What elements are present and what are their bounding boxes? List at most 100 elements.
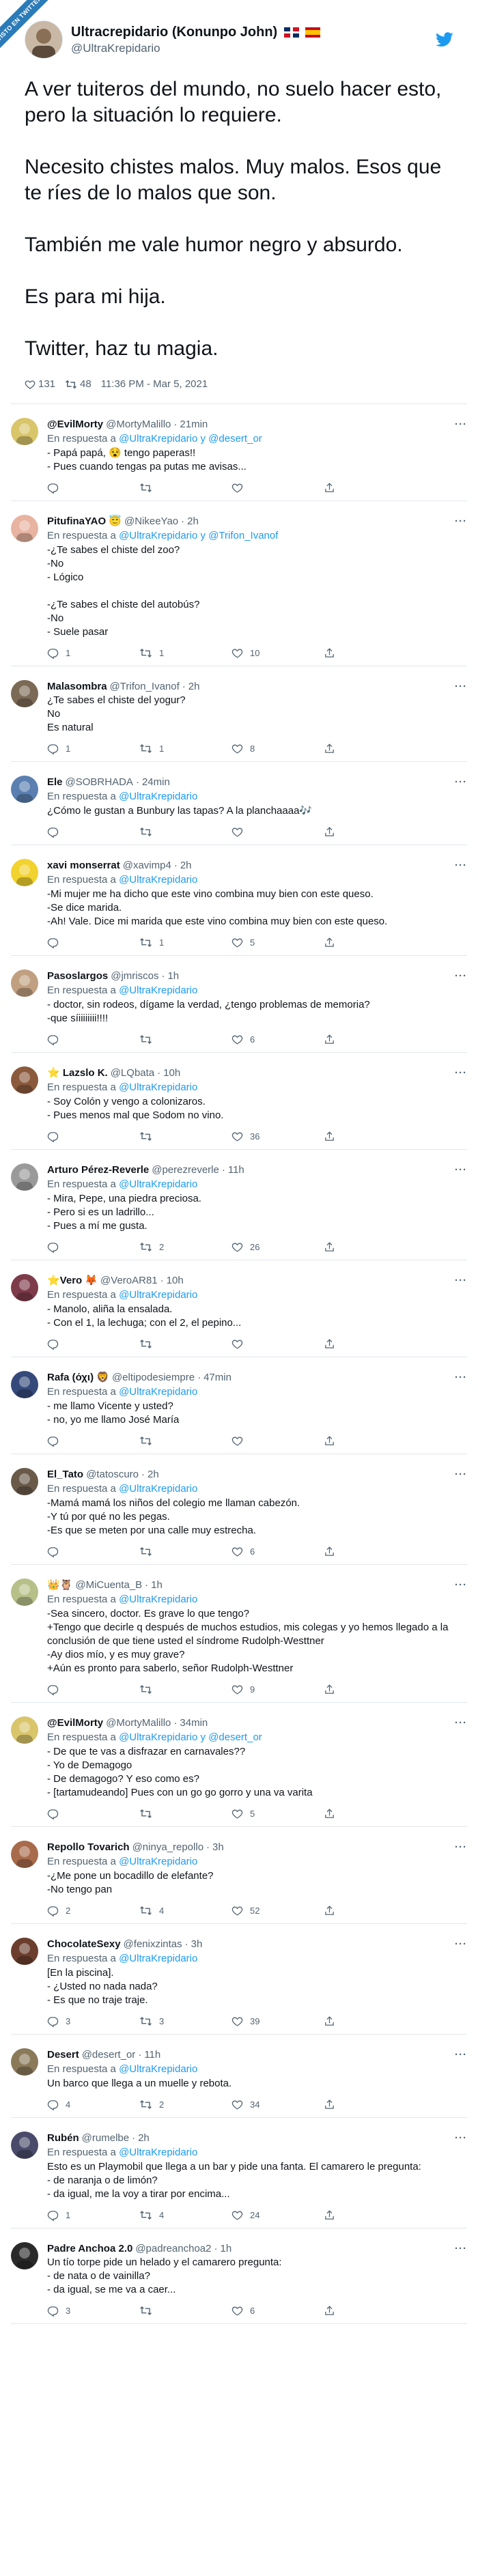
reply-time[interactable]: 10h <box>163 1066 180 1079</box>
reply-time[interactable]: 2h <box>188 680 200 693</box>
reply-button[interactable] <box>47 1034 139 1045</box>
more-icon[interactable]: ··· <box>455 1066 467 1079</box>
retweet-button[interactable] <box>139 1546 231 1557</box>
avatar[interactable] <box>11 1716 38 1744</box>
more-icon[interactable]: ··· <box>455 515 467 528</box>
retweet-button[interactable]: 1 <box>139 743 231 754</box>
reply-author-handle[interactable]: @perezreverle <box>152 1163 219 1176</box>
reply-tweet[interactable]: Ele @SOBRHADA · 24min ··· En respuesta a @Ult… <box>0 762 478 845</box>
avatar[interactable] <box>25 20 63 59</box>
retweet-button[interactable] <box>139 1338 231 1350</box>
reply-author-name[interactable]: ⭐Vero 🦊 <box>47 1274 98 1287</box>
avatar[interactable] <box>11 2132 38 2159</box>
reply-author-name[interactable]: @EvilMorty <box>47 418 103 431</box>
retweet-button[interactable] <box>139 1435 231 1447</box>
avatar[interactable] <box>11 2048 38 2076</box>
more-icon[interactable]: ··· <box>455 1938 467 1951</box>
reply-author-handle[interactable]: @rumelbe <box>82 2132 129 2145</box>
like-button[interactable]: 6 <box>231 1034 324 1045</box>
reply-time[interactable]: 10h <box>167 1274 184 1287</box>
reply-time[interactable]: 1h <box>151 1579 163 1591</box>
like-button[interactable]: 9 <box>231 1684 324 1695</box>
reply-author-name[interactable]: Rubén <box>47 2132 79 2145</box>
retweet-stat[interactable]: 48 <box>65 378 92 390</box>
more-icon[interactable]: ··· <box>455 1468 467 1481</box>
avatar[interactable] <box>11 1163 38 1191</box>
reply-button[interactable]: 1 <box>47 743 139 754</box>
tweet-timestamp[interactable]: 11:36 PM - Mar 5, 2021 <box>101 378 208 390</box>
reply-author-handle[interactable]: @ninya_repollo <box>132 1841 203 1854</box>
retweet-button[interactable] <box>139 1684 231 1695</box>
reply-tweet[interactable]: Padre Anchoa 2.0 @padreanchoa2 · 1h ··· Un tí… <box>0 2228 478 2323</box>
share-button[interactable] <box>324 2209 416 2221</box>
reply-time[interactable]: 11h <box>228 1163 244 1176</box>
avatar[interactable] <box>11 418 38 445</box>
reply-time[interactable]: 2h <box>187 515 199 528</box>
share-button[interactable] <box>324 937 416 948</box>
like-button[interactable]: 8 <box>231 743 324 754</box>
in-reply-to-link[interactable]: @UltraKrepidario <box>119 2147 197 2158</box>
reply-author-handle[interactable]: @SOBRHADA <box>66 776 133 789</box>
share-button[interactable] <box>324 1546 416 1557</box>
reply-author-name[interactable]: Malasombra <box>47 680 107 693</box>
in-reply-to-link[interactable]: @UltraKrepidario <box>119 874 197 886</box>
more-icon[interactable]: ··· <box>455 1716 467 1729</box>
reply-time[interactable]: 34min <box>180 1716 208 1729</box>
reply-tweet[interactable]: Rafa (όχι) 🦁 @eltipodesiempre · 47min ··· En … <box>0 1357 478 1454</box>
share-button[interactable] <box>324 2305 416 2317</box>
reply-button[interactable] <box>47 1241 139 1253</box>
in-reply-to-link[interactable]: @UltraKrepidario <box>119 1289 197 1301</box>
reply-author-name[interactable]: Repollo Tovarich <box>47 1841 130 1854</box>
reply-time[interactable]: 2h <box>180 859 192 872</box>
avatar[interactable] <box>11 1938 38 1965</box>
reply-time[interactable]: 24min <box>142 776 170 789</box>
reply-author-name[interactable]: Ele <box>47 776 63 789</box>
reply-author-handle[interactable]: @NikeeYao <box>124 515 178 528</box>
share-button[interactable] <box>324 826 416 838</box>
more-icon[interactable]: ··· <box>455 2048 467 2061</box>
reply-tweet[interactable]: Arturo Pérez-Reverle @perezreverle · 11h ···… <box>0 1150 478 1260</box>
reply-time[interactable]: 2h <box>138 2132 150 2145</box>
in-reply-to-link[interactable]: @UltraKrepidario <box>119 1483 197 1495</box>
in-reply-to-link[interactable]: @UltraKrepidario <box>119 1386 197 1398</box>
in-reply-to-link[interactable]: @UltraKrepidario <box>119 1178 197 1190</box>
like-button[interactable]: 34 <box>231 2099 324 2110</box>
reply-button[interactable] <box>47 1131 139 1142</box>
reply-tweet[interactable]: PitufinaYAO 😇 @NikeeYao · 2h ··· En respuesta… <box>0 501 478 666</box>
reply-tweet[interactable]: xavi monserrat @xavimp4 · 2h ··· En respuesta… <box>0 845 478 955</box>
like-button[interactable] <box>231 826 324 838</box>
avatar[interactable] <box>11 859 38 886</box>
more-icon[interactable]: ··· <box>455 1579 467 1591</box>
reply-button[interactable] <box>47 1435 139 1447</box>
reply-time[interactable]: 1h <box>167 969 179 982</box>
avatar[interactable] <box>11 1371 38 1398</box>
reply-author-name[interactable]: ⭐ Lazslo K. <box>47 1066 108 1079</box>
avatar[interactable] <box>11 969 38 997</box>
share-button[interactable] <box>324 1338 416 1350</box>
avatar[interactable] <box>11 2242 38 2269</box>
reply-author-name[interactable]: Pasoslargos <box>47 969 108 982</box>
in-reply-to-link[interactable]: @UltraKrepidario <box>119 791 197 802</box>
in-reply-to-link[interactable]: @UltraKrepidario y @Trifon_Ivanof <box>119 530 278 541</box>
reply-time[interactable]: 3h <box>191 1938 203 1951</box>
reply-author-handle[interactable]: @MiCuenta_B <box>75 1579 142 1591</box>
share-button[interactable] <box>324 482 416 494</box>
share-button[interactable] <box>324 1808 416 1820</box>
reply-author-name[interactable]: PitufinaYAO 😇 <box>47 515 122 528</box>
in-reply-to-link[interactable]: @UltraKrepidario y @desert_or <box>119 433 262 444</box>
reply-button[interactable] <box>47 826 139 838</box>
reply-author-handle[interactable]: @Trifon_Ivanof <box>110 680 180 693</box>
reply-author-name[interactable]: Rafa (όχι) 🦁 <box>47 1371 109 1384</box>
reply-button[interactable] <box>47 1546 139 1557</box>
reply-author-name[interactable]: @EvilMorty <box>47 1716 103 1729</box>
like-button[interactable]: 52 <box>231 1905 324 1916</box>
reply-author-name[interactable]: ChocolateSexy <box>47 1938 121 1951</box>
more-icon[interactable]: ··· <box>455 1841 467 1854</box>
retweet-button[interactable] <box>139 1034 231 1045</box>
more-icon[interactable]: ··· <box>455 776 467 789</box>
share-button[interactable] <box>324 1684 416 1695</box>
retweet-button[interactable]: 2 <box>139 2099 231 2110</box>
retweet-button[interactable]: 4 <box>139 1905 231 1916</box>
reply-time[interactable]: 11h <box>144 2048 160 2061</box>
retweet-button[interactable]: 4 <box>139 2209 231 2221</box>
